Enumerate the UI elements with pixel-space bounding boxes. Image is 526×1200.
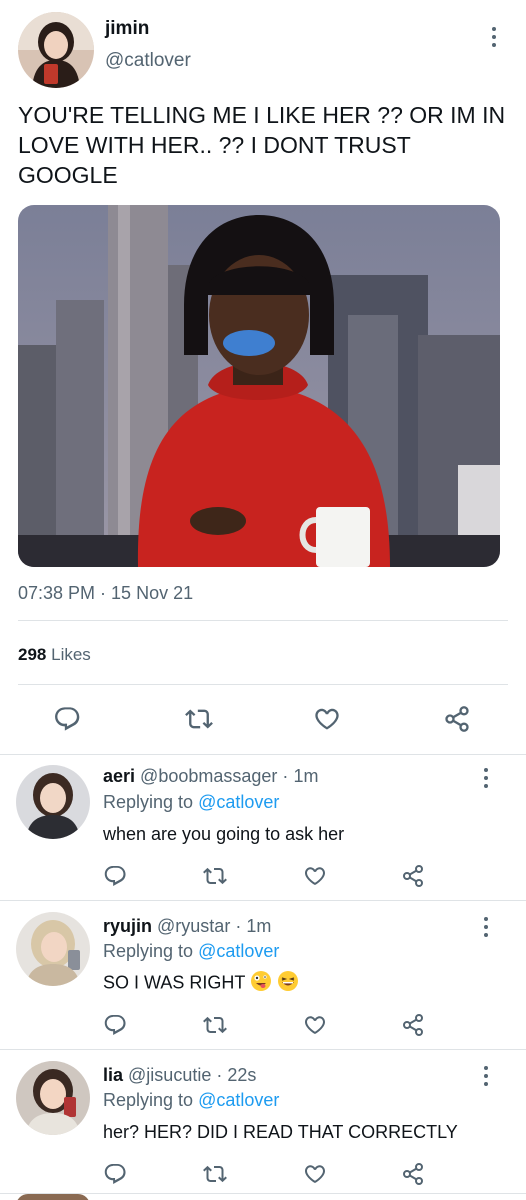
share-icon[interactable] [400,1161,426,1187]
likes-number: 298 [18,645,47,664]
share-icon[interactable] [400,863,426,889]
retweet-icon[interactable] [184,704,214,734]
more-options-icon[interactable] [476,1061,496,1091]
reply-author-handle[interactable]: @jisucutie [128,1065,211,1085]
reply-header: aeri @boobmassager · 1m [103,766,318,787]
tweet-media-image[interactable] [18,205,500,567]
zany-face-emoji [250,970,272,997]
more-options-icon[interactable] [484,22,504,52]
reply-author-name[interactable]: aeri [103,766,135,786]
divider [18,620,508,621]
likes-count[interactable]: 298 Likes [18,645,91,665]
likes-label: Likes [51,645,91,664]
retweet-icon[interactable] [202,1012,228,1038]
reply-avatar[interactable] [16,1061,90,1135]
replying-to-mention[interactable]: @catlover [198,1090,279,1110]
replying-prefix: Replying to [103,941,194,961]
reply-text: her? HER? DID I READ THAT CORRECTLY [103,1122,458,1142]
reply-avatar[interactable] [16,912,90,986]
reply-tweet: lia @jisucutie · 22s Replying to @catlov… [0,1053,526,1200]
reply-tweet: aeri @boobmassager · 1m Replying to @cat… [0,755,526,901]
like-icon[interactable] [302,1161,328,1187]
reply-author-name[interactable]: lia [103,1065,123,1085]
reply-time[interactable]: 1m [293,766,318,786]
replying-prefix: Replying to [103,792,194,812]
author-avatar[interactable] [18,12,94,88]
reply-header: lia @jisucutie · 22s [103,1065,256,1086]
separator-dot: · [282,766,289,786]
more-options-icon[interactable] [476,763,496,793]
like-icon[interactable] [312,704,342,734]
retweet-icon[interactable] [202,863,228,889]
divider [0,900,526,901]
divider [18,684,508,685]
separator-dot: · [216,1065,223,1085]
reply-icon[interactable] [102,1161,128,1187]
reply-icon[interactable] [102,1012,128,1038]
tweet-text: YOU'RE TELLING ME I LIKE HER ?? OR IM IN… [18,102,506,188]
reply-time[interactable]: 1m [246,916,271,936]
share-icon[interactable] [400,1012,426,1038]
retweet-icon[interactable] [202,1161,228,1187]
author-handle[interactable]: @catlover [105,50,191,72]
reply-text: SO I WAS RIGHT [103,972,246,993]
replying-to-mention[interactable]: @catlover [198,792,279,812]
next-reply-avatar[interactable] [16,1194,90,1200]
share-icon[interactable] [442,704,472,734]
replying-to-line: Replying to @catlover [103,1090,279,1111]
author-name[interactable]: jimin [105,18,149,40]
reply-avatar[interactable] [16,765,90,839]
reply-text-line: SO I WAS RIGHT [103,970,299,997]
reply-tweet: ryujin @ryustar · 1m Replying to @catlov… [0,904,526,1050]
reply-header: ryujin @ryustar · 1m [103,916,271,937]
reply-author-handle[interactable]: @boobmassager [140,766,277,786]
replying-to-line: Replying to @catlover [103,941,279,962]
reply-icon[interactable] [102,863,128,889]
more-options-icon[interactable] [476,912,496,942]
replying-prefix: Replying to [103,1090,194,1110]
reply-icon[interactable] [52,704,82,734]
reply-text: when are you going to ask her [103,824,345,844]
reply-author-handle[interactable]: @ryustar [157,916,230,936]
tweet-timestamp[interactable]: 07:38 PM · 15 Nov 21 [18,583,193,604]
reply-author-name[interactable]: ryujin [103,916,152,936]
replying-to-line: Replying to @catlover [103,792,279,813]
like-icon[interactable] [302,863,328,889]
reply-time[interactable]: 22s [227,1065,256,1085]
replying-to-mention[interactable]: @catlover [198,941,279,961]
grinning-squint-emoji [277,970,299,997]
separator-dot: · [235,916,242,936]
like-icon[interactable] [302,1012,328,1038]
divider [0,1049,526,1050]
